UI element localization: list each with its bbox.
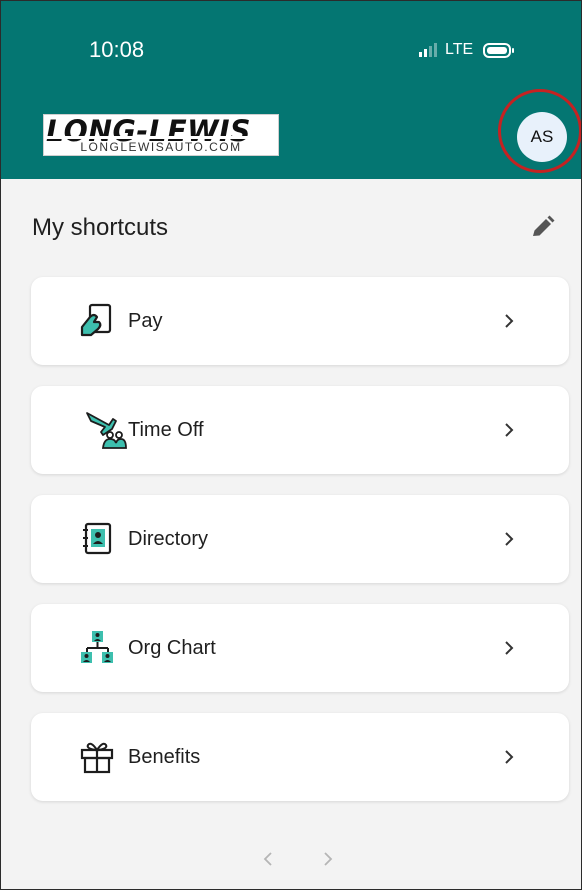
avatar-button[interactable]: AS bbox=[517, 112, 567, 162]
logo-url: LONGLEWISAUTO.COM bbox=[80, 140, 242, 154]
signal-icon bbox=[419, 43, 437, 57]
pager bbox=[263, 851, 343, 871]
shortcut-label: Directory bbox=[128, 528, 209, 550]
pay-icon bbox=[80, 303, 112, 337]
company-logo: LONG-LEWIS LONGLEWISAUTO.COM bbox=[43, 114, 279, 156]
shortcuts-title: My shortcuts bbox=[32, 214, 169, 241]
benefits-icon bbox=[80, 742, 114, 774]
chevron-right-icon bbox=[505, 641, 514, 655]
chevron-right-icon bbox=[505, 314, 514, 328]
shortcut-label: Time Off bbox=[128, 419, 204, 441]
battery-icon bbox=[483, 42, 515, 58]
shortcut-benefits[interactable]: Benefits bbox=[31, 713, 569, 801]
shortcut-label: Pay bbox=[128, 310, 163, 332]
chevron-left-icon[interactable] bbox=[263, 851, 273, 867]
pencil-icon[interactable] bbox=[528, 214, 556, 242]
time-off-icon bbox=[86, 412, 127, 449]
shortcut-label: Org Chart bbox=[128, 637, 216, 659]
network-label: LTE bbox=[445, 41, 474, 58]
shortcut-org-chart[interactable]: Org Chart bbox=[31, 604, 569, 692]
chevron-right-icon bbox=[505, 750, 514, 764]
app-header: 10:08 LTE LONG-LEWIS LONGLEWISAUTO.COM A… bbox=[1, 1, 581, 179]
app-screen: 10:08 LTE LONG-LEWIS LONGLEWISAUTO.COM A… bbox=[0, 0, 582, 890]
shortcut-directory[interactable]: Directory bbox=[31, 495, 569, 583]
chevron-right-icon bbox=[505, 423, 514, 437]
shortcut-time-off[interactable]: Time Off bbox=[31, 386, 569, 474]
status-time: 10:08 bbox=[89, 37, 145, 62]
directory-icon bbox=[83, 522, 112, 555]
chevron-right-icon bbox=[505, 532, 514, 546]
shortcut-pay[interactable]: Pay bbox=[31, 277, 569, 365]
status-indicators: LTE bbox=[419, 40, 515, 60]
shortcut-label: Benefits bbox=[128, 746, 201, 768]
org-chart-icon bbox=[81, 631, 113, 663]
chevron-right-icon[interactable] bbox=[323, 851, 333, 867]
